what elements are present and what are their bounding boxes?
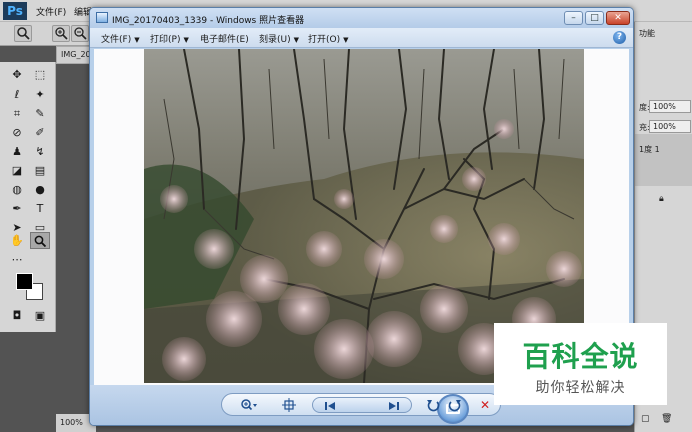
- maximize-button[interactable]: □: [585, 11, 604, 25]
- gradient-tool-icon[interactable]: ▤: [30, 162, 50, 179]
- photo-viewer-app-icon: [96, 12, 108, 23]
- zoom-in-icon[interactable]: [52, 25, 70, 42]
- window-title: IMG_20170403_1339 - Windows 照片查看器: [112, 16, 305, 26]
- dodge-tool-icon[interactable]: ●: [30, 181, 50, 198]
- viewer-menubar: 文件(F) ▼ 打印(P) ▼ 电子邮件(E) 刻录(U) ▼ 打开(O) ▼ ?: [90, 28, 633, 48]
- marquee-tool-icon[interactable]: ⬚: [30, 66, 50, 83]
- layer-row[interactable]: 1度 1: [635, 134, 692, 186]
- navigation-group: [312, 394, 469, 424]
- menu-print[interactable]: 打印(P) ▼: [150, 32, 189, 45]
- blur-tool-icon[interactable]: ◍: [7, 181, 27, 198]
- history-brush-icon[interactable]: ↯: [30, 143, 50, 160]
- fill-field[interactable]: 100%: [649, 120, 691, 133]
- actual-size-icon[interactable]: [280, 397, 298, 413]
- lock-icon: 🔒︎: [659, 194, 664, 204]
- watermark-subtitle: 助你轻松解决: [535, 380, 626, 396]
- help-icon[interactable]: ?: [613, 31, 626, 44]
- more-tools-icon[interactable]: ⋯: [7, 251, 27, 268]
- previous-icon[interactable]: [321, 398, 339, 414]
- menu-file[interactable]: 文件(F) ▼: [101, 32, 140, 45]
- menu-open[interactable]: 打开(O) ▼: [308, 32, 349, 45]
- screen-mode-icon[interactable]: ▣: [30, 307, 50, 324]
- viewer-titlebar[interactable]: IMG_20170403_1339 - Windows 照片查看器 – □ ✕: [90, 8, 633, 28]
- watermark-title: 百科全说: [522, 340, 639, 373]
- ps-document-tab[interactable]: IMG_20: [56, 46, 92, 64]
- rotate-left-icon[interactable]: [424, 397, 442, 413]
- zoom-out-icon[interactable]: [71, 25, 89, 42]
- layer-name: 1度 1: [639, 145, 660, 154]
- chevron-down-icon: ▼: [343, 36, 349, 44]
- chevron-down-icon: ▼: [134, 36, 140, 44]
- zoom-icon[interactable]: [238, 397, 260, 413]
- move-tool-icon[interactable]: ✥: [7, 66, 27, 83]
- chevron-down-icon: ▼: [293, 36, 300, 44]
- hand-tool-icon[interactable]: ✋: [7, 232, 27, 249]
- clone-stamp-icon[interactable]: ♟: [7, 143, 27, 160]
- photoshop-logo: Ps: [3, 2, 27, 20]
- opacity-field[interactable]: 100%: [649, 100, 691, 113]
- eraser-tool-icon[interactable]: ◪: [7, 162, 27, 179]
- chevron-down-icon: ▼: [183, 36, 189, 44]
- magic-wand-icon[interactable]: ✦: [30, 86, 50, 103]
- watermark: 百科全说 助你轻松解决: [494, 323, 667, 405]
- type-tool-icon[interactable]: T: [30, 200, 50, 217]
- menu-email[interactable]: 电子邮件(E): [200, 32, 249, 45]
- zoom-tool-icon[interactable]: [30, 232, 50, 249]
- delete-icon[interactable]: ✕: [476, 397, 494, 413]
- quick-mask-icon[interactable]: ◘: [7, 307, 27, 324]
- trash-icon[interactable]: 🗑︎: [661, 414, 672, 424]
- ps-menu-file[interactable]: 文件(F): [36, 5, 66, 18]
- rotate-right-icon[interactable]: [446, 397, 464, 413]
- workspace-label[interactable]: 功能: [639, 28, 655, 39]
- healing-brush-icon[interactable]: ⊘: [7, 124, 27, 141]
- minimize-button[interactable]: –: [564, 11, 583, 25]
- eyedropper-icon[interactable]: ✎: [30, 105, 50, 122]
- new-layer-icon[interactable]: ▢: [641, 414, 650, 424]
- foreground-color-swatch[interactable]: [16, 273, 33, 290]
- crop-tool-icon[interactable]: ⌗: [7, 105, 27, 122]
- lasso-tool-icon[interactable]: ℓ: [7, 86, 27, 103]
- menu-burn[interactable]: 刻录(U) ▼: [259, 32, 299, 45]
- close-button[interactable]: ✕: [606, 11, 630, 25]
- control-pill: ✕: [221, 393, 501, 424]
- zoom-tool-preset-icon[interactable]: [14, 25, 32, 42]
- next-icon[interactable]: [385, 398, 403, 414]
- pen-tool-icon[interactable]: ✒: [7, 200, 27, 217]
- brush-tool-icon[interactable]: ✐: [30, 124, 50, 141]
